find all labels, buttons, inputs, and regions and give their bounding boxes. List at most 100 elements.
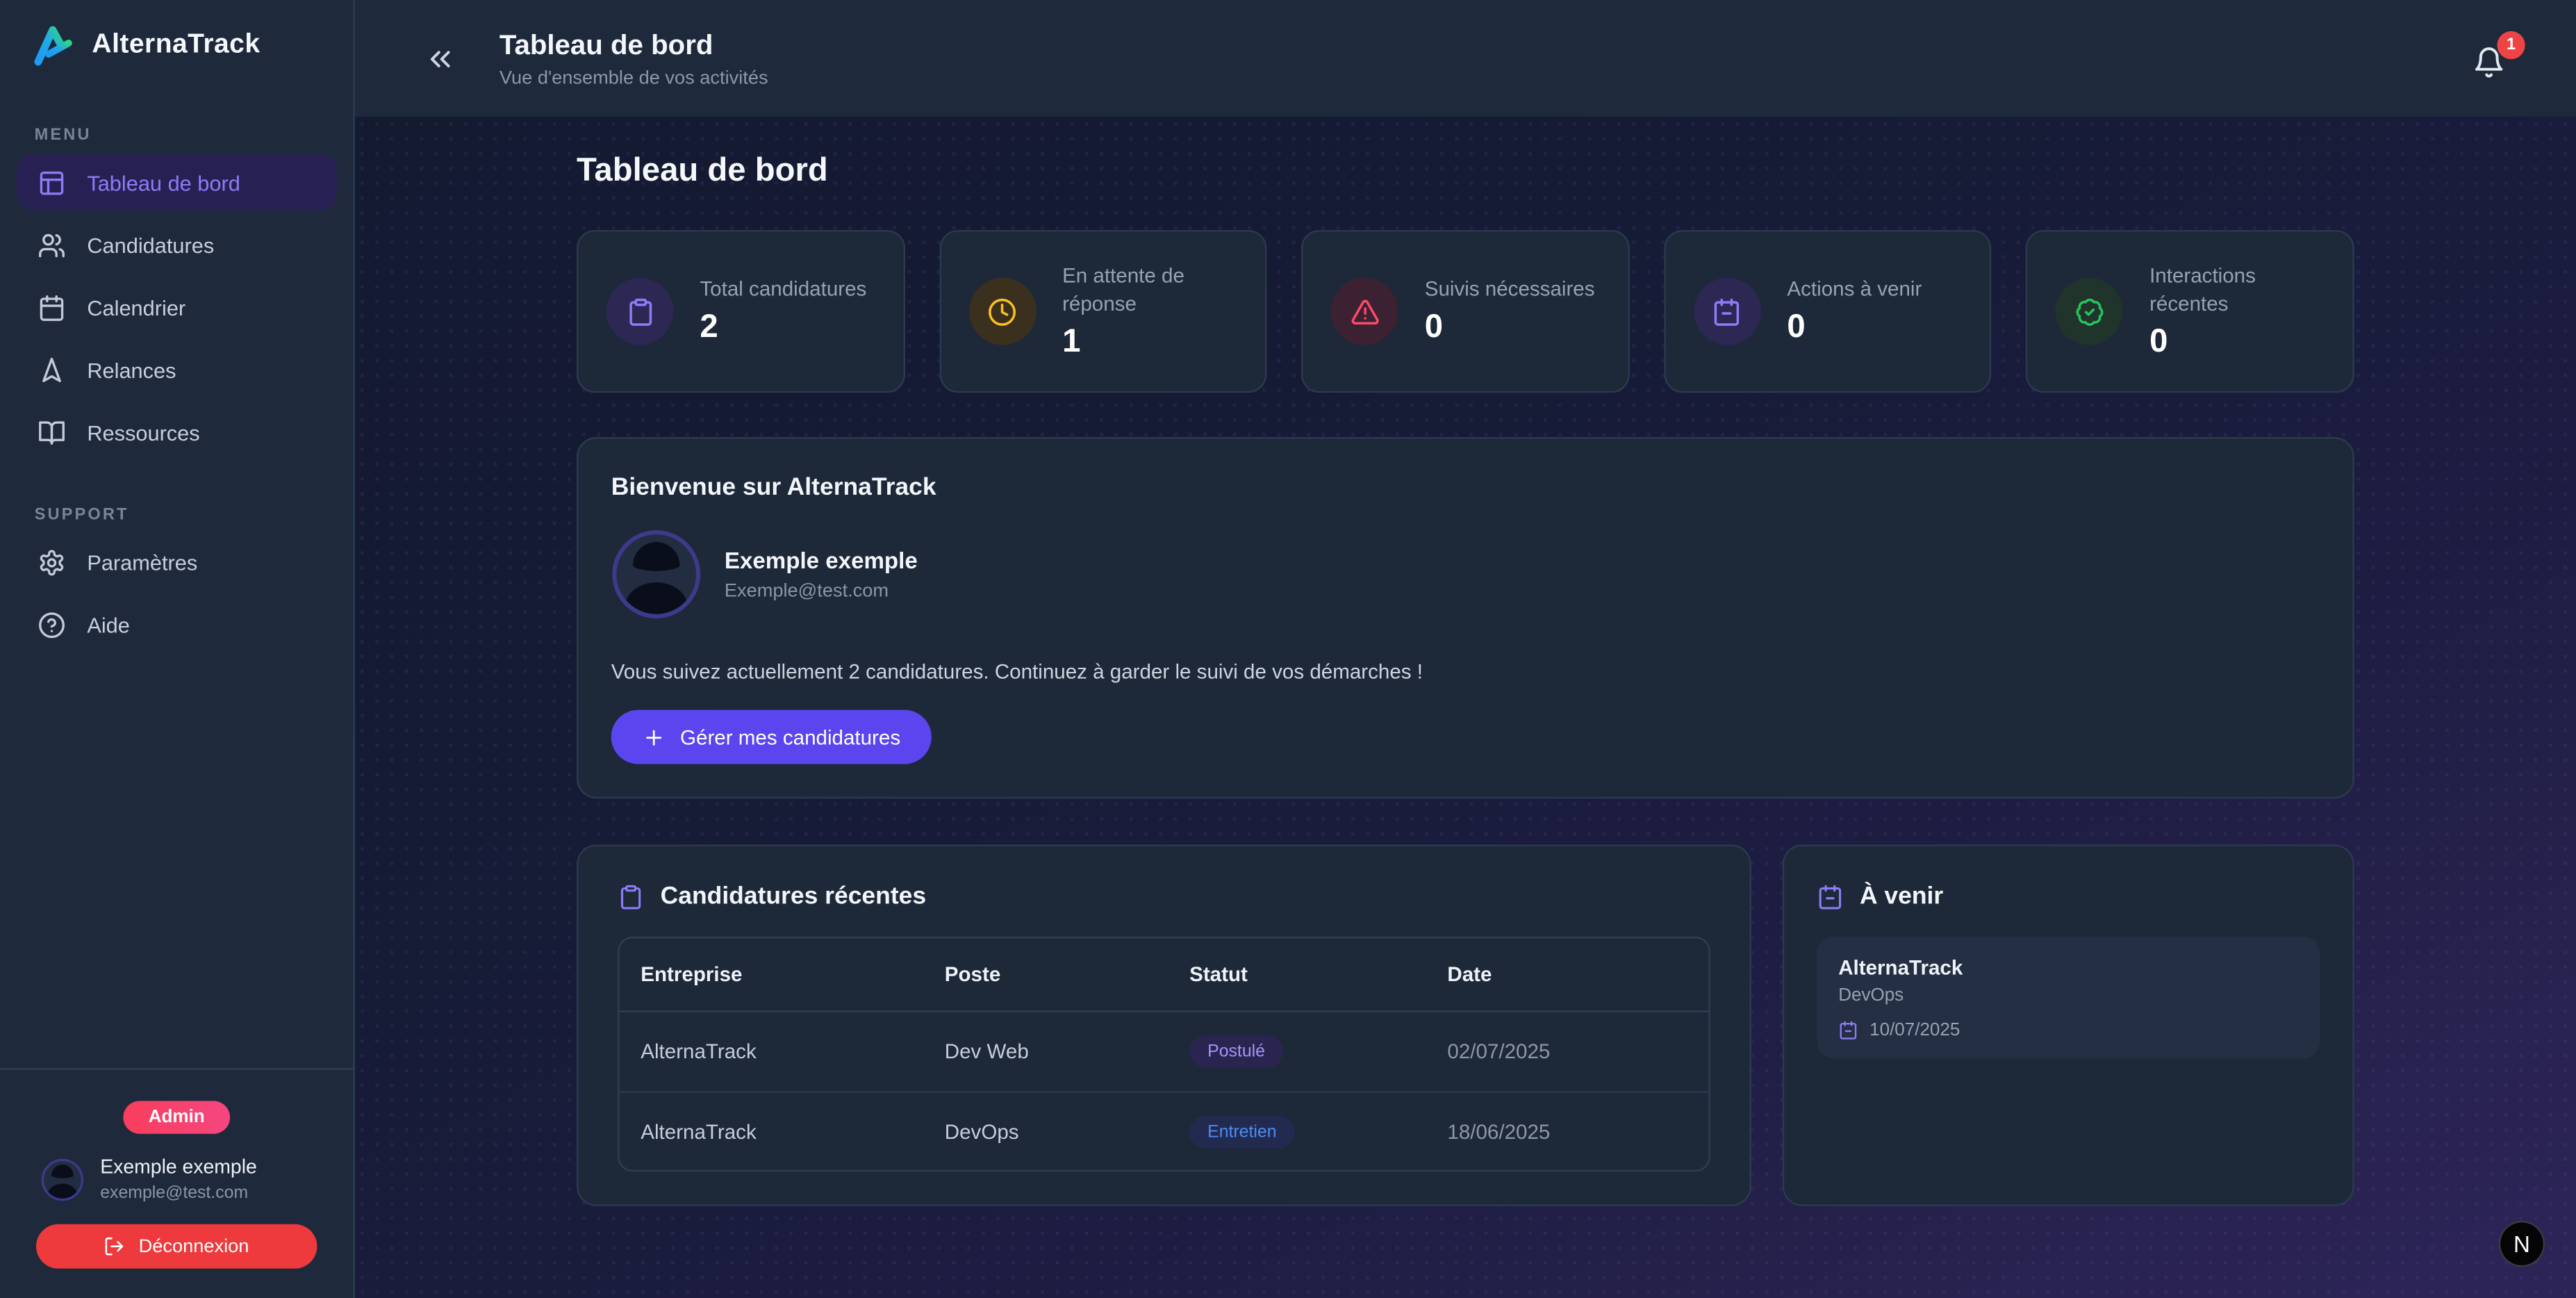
clipboard-icon — [625, 297, 655, 327]
sidebar-item-label: Candidatures — [87, 233, 214, 257]
upcoming-date: 10/07/2025 — [1869, 1021, 1960, 1040]
stat-label: En attente de réponse — [1062, 262, 1237, 318]
cell-date: 18/06/2025 — [1447, 1120, 1687, 1143]
upcoming-title: À venir — [1860, 882, 1943, 910]
stat-label: Suivis nécessaires — [1425, 276, 1595, 304]
role-badge: Admin — [124, 1101, 229, 1133]
stat-card-suivis: Suivis nécessaires 0 — [1301, 230, 1629, 393]
page-title: Tableau de bord — [577, 153, 2354, 190]
stat-card-actions: Actions à venir 0 — [1664, 230, 1992, 393]
status-badge: Entretien — [1189, 1115, 1294, 1148]
calendar-icon — [1712, 297, 1742, 327]
applications-table: Entreprise Poste Statut Date AlternaTrac… — [618, 937, 1710, 1172]
recent-applications-title: Candidatures récentes — [661, 882, 926, 910]
calendar-icon — [1817, 883, 1843, 910]
main-column: Tableau de bord Vue d'ensemble de vos ac… — [355, 0, 2576, 1298]
table-header-row: Entreprise Poste Statut Date — [620, 938, 1709, 1012]
stat-value: 1 — [1062, 323, 1237, 361]
welcome-card: Bienvenue sur AlternaTrack Exemple exemp… — [577, 437, 2354, 798]
sidebar-item-parametres[interactable]: Paramètres — [17, 534, 337, 590]
cell-entreprise: AlternaTrack — [641, 1120, 944, 1143]
notification-count-badge: 1 — [2497, 31, 2525, 58]
main-nav: Tableau de bord Candidatures Calendrier … — [0, 154, 353, 466]
sidebar-item-relances[interactable]: Relances — [17, 342, 337, 397]
sidebar-item-label: Tableau de bord — [87, 170, 240, 195]
dashboard-icon — [38, 168, 65, 196]
sidebar-item-ressources[interactable]: Ressources — [17, 404, 337, 460]
app-title: AlternaTrack — [92, 30, 260, 61]
header-subtitle: Vue d'ensemble de vos activités — [499, 68, 768, 88]
app-window: AlternaTrack MENU Tableau de bord Candid… — [0, 0, 2576, 1298]
gear-icon — [38, 548, 65, 576]
sidebar-item-aide[interactable]: Aide — [17, 596, 337, 652]
header-title: Tableau de bord — [499, 28, 768, 61]
support-nav: Paramètres Aide — [0, 534, 353, 659]
alternatrack-logo-icon — [31, 23, 76, 67]
sidebar-user: Exemple exemple exemple@test.com — [36, 1155, 317, 1203]
stat-label: Actions à venir — [1787, 276, 1922, 304]
clock-icon — [987, 297, 1017, 327]
sidebar-user-email: exemple@test.com — [100, 1183, 257, 1203]
upcoming-item[interactable]: AlternaTrack DevOps 10/07/2025 — [1817, 937, 2320, 1058]
stat-card-en-attente: En attente de réponse 1 — [939, 230, 1267, 393]
manage-applications-button[interactable]: Gérer mes candidatures — [611, 710, 932, 764]
table-row[interactable]: AlternaTrack DevOps Entretien 18/06/2025 — [620, 1091, 1709, 1170]
menu-section-label: MENU — [0, 126, 353, 145]
welcome-message: Vous suivez actuellement 2 candidatures.… — [611, 661, 2320, 684]
column-header-poste: Poste — [945, 963, 1189, 986]
table-row[interactable]: AlternaTrack Dev Web Postulé 02/07/2025 — [620, 1012, 1709, 1092]
topbar: Tableau de bord Vue d'ensemble de vos ac… — [355, 0, 2576, 117]
sidebar-item-label: Calendrier — [87, 295, 185, 319]
log-out-icon — [104, 1235, 126, 1257]
recent-applications-card: Candidatures récentes Entreprise Poste S… — [577, 845, 1751, 1206]
cell-date: 02/07/2025 — [1447, 1040, 1687, 1063]
clipboard-icon — [618, 883, 644, 910]
calendar-icon — [1838, 1021, 1858, 1040]
logout-button[interactable]: Déconnexion — [36, 1224, 317, 1269]
status-badge: Postulé — [1189, 1035, 1283, 1068]
help-circle-icon — [38, 611, 65, 639]
chevrons-left-icon — [424, 42, 456, 74]
sidebar-user-name: Exemple exemple — [100, 1155, 257, 1178]
stat-value: 2 — [700, 309, 866, 347]
sidebar-item-label: Ressources — [87, 420, 199, 444]
column-header-entreprise: Entreprise — [641, 963, 944, 986]
stat-value: 0 — [2149, 323, 2325, 361]
stat-card-total-candidatures: Total candidatures 2 — [577, 230, 905, 393]
sidebar-item-candidatures[interactable]: Candidatures — [17, 217, 337, 272]
welcome-user-name: Exemple exemple — [725, 547, 918, 573]
stats-row: Total candidatures 2 En attente de répon… — [577, 230, 2354, 393]
book-open-icon — [38, 418, 65, 446]
stat-card-interactions: Interactions récentes 0 — [2026, 230, 2354, 393]
cell-poste: DevOps — [945, 1120, 1189, 1143]
nextjs-dev-indicator[interactable]: N — [2499, 1221, 2545, 1267]
sidebar-footer: Admin Exemple exemple exemple@test.com — [0, 1068, 353, 1298]
alert-triangle-icon — [1350, 297, 1380, 327]
upcoming-card: À venir AlternaTrack DevOps 10/07/2025 — [1783, 845, 2354, 1206]
logout-label: Déconnexion — [139, 1237, 249, 1256]
sidebar-item-tableau-de-bord[interactable]: Tableau de bord — [17, 154, 337, 210]
calendar-icon — [38, 293, 65, 321]
app-logo: AlternaTrack — [0, 0, 353, 87]
upcoming-company: AlternaTrack — [1838, 956, 2298, 979]
sidebar-item-label: Aide — [87, 612, 130, 636]
avatar — [41, 1158, 83, 1200]
stat-value: 0 — [1787, 309, 1922, 347]
navigation-icon — [38, 356, 65, 384]
stat-value: 0 — [1425, 309, 1595, 347]
manage-applications-label: Gérer mes candidatures — [680, 725, 900, 748]
welcome-title: Bienvenue sur AlternaTrack — [611, 473, 2320, 501]
support-section-label: SUPPORT — [0, 506, 353, 524]
sidebar: AlternaTrack MENU Tableau de bord Candid… — [0, 0, 355, 1298]
cell-poste: Dev Web — [945, 1040, 1189, 1063]
sidebar-item-label: Relances — [87, 357, 176, 381]
notifications-button[interactable]: 1 — [2472, 39, 2509, 79]
column-header-date: Date — [1447, 963, 1687, 986]
sidebar-collapse-button[interactable] — [424, 42, 456, 74]
sidebar-item-calendrier[interactable]: Calendrier — [17, 279, 337, 335]
upcoming-role: DevOps — [1838, 986, 2298, 1005]
cell-entreprise: AlternaTrack — [641, 1040, 944, 1063]
content-area: Tableau de bord Total candidatures 2 En … — [355, 117, 2576, 1298]
badge-check-icon — [2074, 297, 2104, 327]
avatar — [611, 529, 702, 619]
